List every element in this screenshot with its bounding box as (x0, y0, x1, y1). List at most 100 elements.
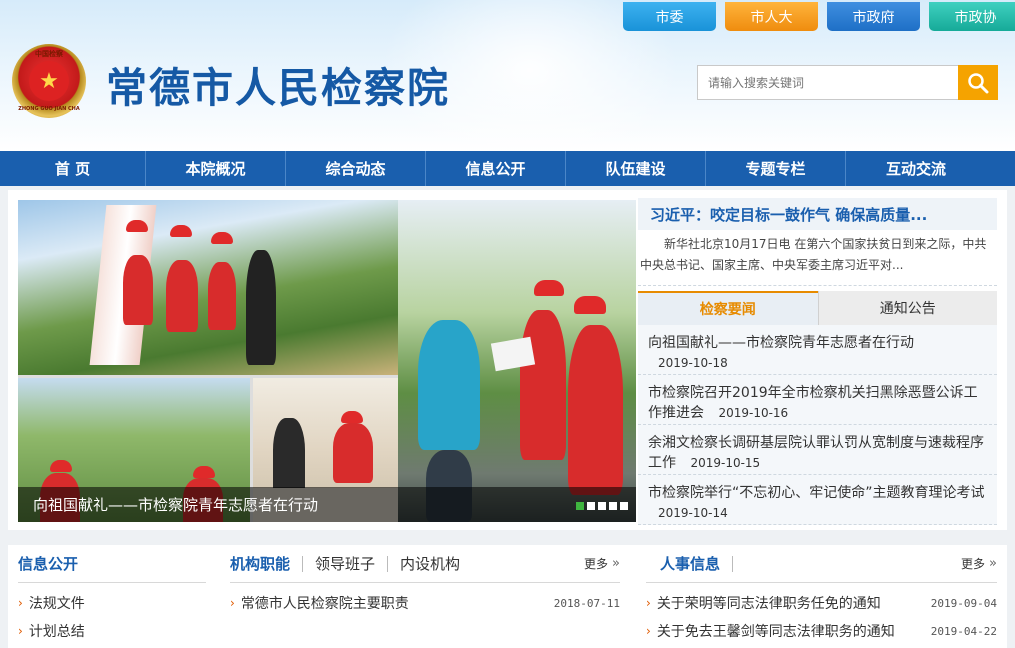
list-item[interactable]: › 计划总结 (18, 617, 206, 645)
nav-interaction[interactable]: 互动交流 (846, 151, 986, 186)
photo-slider[interactable]: 向祖国献礼——市检察院青年志愿者在行动 (18, 200, 636, 522)
top-link-peoples-congress[interactable]: 市人大 (725, 2, 818, 31)
top-links: 市委 市人大 市政府 市政协 (623, 2, 1015, 31)
volunteer-cap (574, 296, 606, 314)
more-label[interactable]: 更多 (961, 555, 985, 572)
news-item-title[interactable]: 市检察院召开2019年全市检察机关扫黑除恶暨公诉工作推进会 (648, 385, 978, 421)
org-column: 机构职能 领导班子 内设机构 更多 » › 常德市人民检察院主要职责 2018-… (230, 545, 620, 648)
list-item[interactable]: › 法规文件 (18, 589, 206, 617)
site-title[interactable]: 常德市人民检察院 (106, 54, 450, 114)
org-more-link[interactable]: 更多 » (584, 555, 620, 572)
divider (387, 555, 389, 572)
site-header: 中国检察 ★ ZHONG GUO JIAN CHA 常德市人民检察院 市委 市人… (0, 0, 1015, 151)
volunteer-figure (123, 255, 153, 325)
emblem-top-text: 中国检察 (35, 50, 63, 58)
news-item-date: 2019-10-15 (690, 456, 761, 470)
chevron-right-icon: › (18, 596, 23, 610)
info-public-column: 信息公开 › 法规文件 › 计划总结 (18, 545, 206, 648)
chevron-right-icon: › (18, 624, 23, 638)
slider-dot-4[interactable] (609, 502, 617, 510)
volunteer-cap (50, 460, 72, 472)
slider-caption-bar[interactable]: 向祖国献礼——市检察院青年志愿者在行动 (18, 487, 636, 522)
nav-home[interactable]: 首 页 (0, 151, 146, 186)
volunteer-figure (333, 423, 373, 483)
headline-title[interactable]: 习近平：咬定目标一鼓作气 确保高质量... (638, 198, 997, 230)
personnel-more-link[interactable]: 更多 » (961, 555, 997, 572)
search-box (697, 65, 998, 100)
slider-photo-1 (18, 200, 398, 375)
chevron-right-icon: › (230, 596, 235, 610)
news-item[interactable]: 市检察院举行“不忘初心、牢记使命”主题教育理论考试 2019-10-14 (638, 475, 997, 525)
top-link-cppcc[interactable]: 市政协 (929, 2, 1015, 31)
info-public-header: 信息公开 (18, 545, 206, 583)
personnel-column: 人事信息 更多 » › 关于荣明等同志法律职务任免的通知 2019-09-04 … (646, 545, 997, 648)
bottom-section: 信息公开 › 法规文件 › 计划总结 机构职能 领导班子 内设机构 更多 » ›… (8, 545, 1007, 648)
tab-org-functions[interactable]: 机构职能 (230, 553, 290, 574)
main-content: 向祖国献礼——市检察院青年志愿者在行动 习近平：咬定目标一鼓作气 确保高质量..… (8, 190, 1007, 530)
main-nav: 首 页 本院概况 综合动态 信息公开 队伍建设 专题专栏 互动交流 (0, 151, 1015, 186)
news-item[interactable]: 余湘文检察长调研基层院认罪认罚从宽制度与速裁程序工作 2019-10-15 (638, 425, 997, 475)
volunteer-cap (211, 232, 233, 244)
list-item-title[interactable]: 关于免去王馨剑等同志法律职务的通知 (657, 621, 895, 641)
news-item[interactable]: 市检察院召开2019年全市检察机关扫黑除恶暨公诉工作推进会 2019-10-16 (638, 375, 997, 425)
personnel-title[interactable]: 人事信息 (646, 553, 720, 574)
slider-dot-1[interactable] (576, 502, 584, 510)
news-tabs: 检察要闻 通知公告 (638, 291, 997, 325)
volunteer-figure (166, 260, 198, 332)
list-item[interactable]: › 关于荣明等同志法律职务任免的通知 2019-09-04 (646, 589, 997, 617)
news-panel: 习近平：咬定目标一鼓作气 确保高质量... 新华社北京10月17日电 在第六个国… (638, 198, 997, 525)
news-item-date: 2019-10-14 (658, 506, 728, 520)
news-item-date: 2019-10-16 (718, 406, 789, 420)
divider (302, 555, 304, 572)
tab-leadership[interactable]: 领导班子 (315, 553, 375, 574)
tab-procuratorate-news[interactable]: 检察要闻 (638, 291, 818, 325)
slider-dot-2[interactable] (587, 502, 595, 510)
slider-photo-2 (398, 200, 636, 522)
divider (732, 555, 734, 572)
procuratorate-emblem-icon[interactable]: 中国检察 ★ ZHONG GUO JIAN CHA (12, 44, 86, 118)
search-button[interactable] (958, 65, 998, 100)
nav-info-public[interactable]: 信息公开 (426, 151, 566, 186)
personnel-header: 人事信息 更多 » (646, 545, 997, 583)
nav-news[interactable]: 综合动态 (286, 151, 426, 186)
person-figure (418, 320, 480, 450)
list-item-title[interactable]: 关于荣明等同志法律职务任免的通知 (657, 593, 881, 613)
org-header: 机构职能 领导班子 内设机构 更多 » (230, 545, 620, 583)
search-icon (968, 72, 989, 93)
nav-team[interactable]: 队伍建设 (566, 151, 706, 186)
list-item[interactable]: › 常德市人民检察院主要职责 2018-07-11 (230, 589, 620, 617)
news-item-title[interactable]: 向祖国献礼——市检察院青年志愿者在行动 (648, 335, 914, 351)
more-label[interactable]: 更多 (584, 555, 608, 572)
slider-dot-5[interactable] (620, 502, 628, 510)
volunteer-cap (534, 280, 564, 296)
chevron-right-icon: › (646, 596, 651, 610)
list-item-date: 2018-07-11 (553, 596, 620, 610)
list-item-title[interactable]: 常德市人民检察院主要职责 (241, 593, 409, 613)
chevron-right-icon: › (646, 624, 651, 638)
slider-dots (576, 502, 628, 510)
volunteer-cap (126, 220, 148, 232)
volunteer-cap (341, 411, 363, 423)
search-input[interactable] (697, 65, 958, 100)
tab-notices[interactable]: 通知公告 (817, 291, 997, 325)
list-item-label[interactable]: 计划总结 (29, 621, 85, 641)
slider-caption[interactable]: 向祖国献礼——市检察院青年志愿者在行动 (18, 494, 318, 515)
nav-about[interactable]: 本院概况 (146, 151, 286, 186)
news-list: 向祖国献礼——市检察院青年志愿者在行动 2019-10-18 市检察院召开201… (638, 325, 997, 525)
news-item-title[interactable]: 市检察院举行“不忘初心、牢记使命”主题教育理论考试 (648, 485, 985, 501)
headline-summary: 新华社北京10月17日电 在第六个国家扶贫日到来之际，中共中央总书记、国家主席、… (638, 230, 997, 286)
double-chevron-right-icon: » (612, 556, 620, 571)
top-link-party-committee[interactable]: 市委 (623, 2, 716, 31)
top-link-government[interactable]: 市政府 (827, 2, 920, 31)
info-public-title[interactable]: 信息公开 (18, 553, 78, 574)
slider-dot-3[interactable] (598, 502, 606, 510)
list-item-date: 2019-09-04 (930, 596, 997, 610)
list-item[interactable]: › 关于免去王馨剑等同志法律职务的通知 2019-04-22 (646, 617, 997, 645)
volunteer-figure (568, 325, 623, 495)
volunteer-cap (170, 225, 192, 237)
emblem-star-icon: ★ (29, 61, 69, 101)
nav-topics[interactable]: 专题专栏 (706, 151, 846, 186)
news-item[interactable]: 向祖国献礼——市检察院青年志愿者在行动 2019-10-18 (638, 325, 997, 375)
tab-internal-departments[interactable]: 内设机构 (400, 553, 460, 574)
list-item-label[interactable]: 法规文件 (29, 593, 85, 613)
